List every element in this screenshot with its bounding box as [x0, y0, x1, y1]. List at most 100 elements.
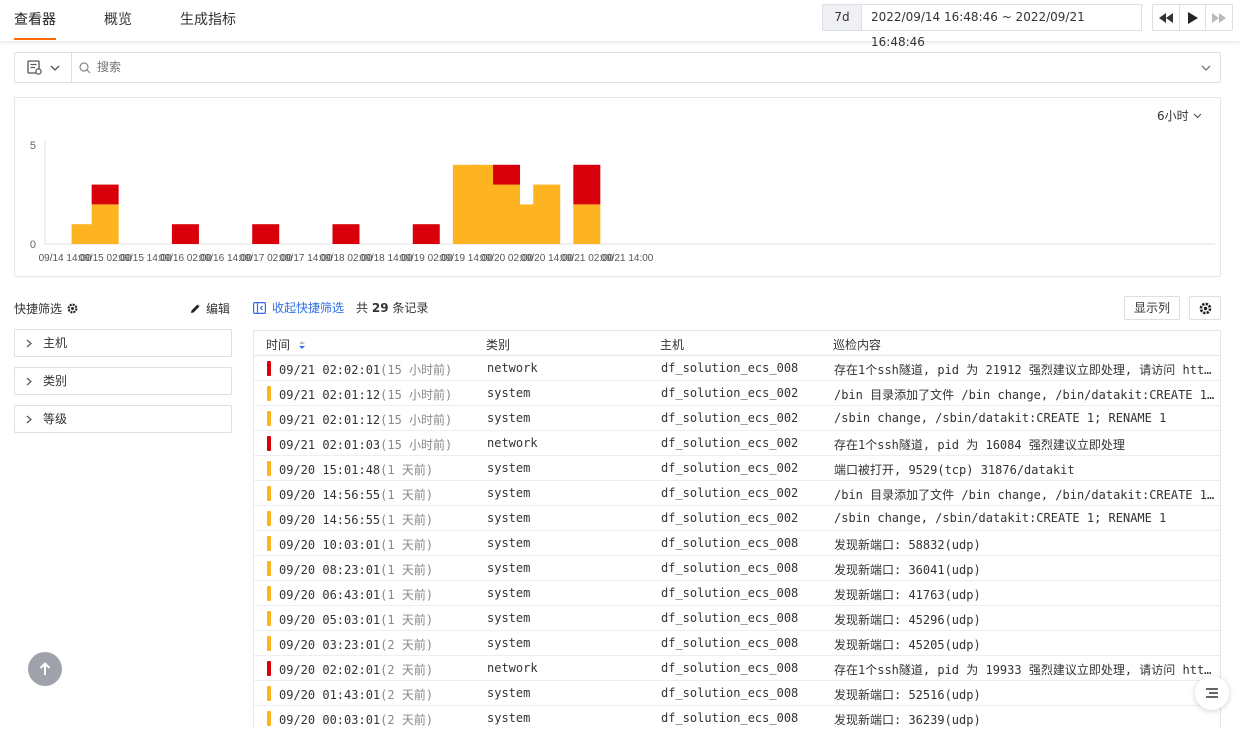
- table-row[interactable]: 09/21 02:01:12(15 小时前) system df_solution_…: [254, 406, 1220, 431]
- y-tick-label: 0: [30, 239, 36, 251]
- table-row[interactable]: 09/20 06:43:01(1 天前) system df_solution_ec…: [254, 581, 1220, 606]
- arrow-up-icon: [39, 662, 51, 675]
- time-value: 09/20 14:56:55: [279, 488, 381, 502]
- cell-time: 09/20 14:56:55(1 天前): [279, 486, 433, 503]
- cell-time: 09/20 05:03:01(1 天前): [279, 611, 433, 628]
- table-row[interactable]: 09/20 10:03:01(1 天前) system df_solution_ec…: [254, 531, 1220, 556]
- table-row[interactable]: 09/20 02:02:01(2 天前) network df_solution_e…: [254, 656, 1220, 681]
- level-indicator: [267, 361, 271, 376]
- rewind-icon: [1158, 12, 1173, 23]
- gear-icon[interactable]: [67, 303, 78, 314]
- filter-group-category[interactable]: 类别: [14, 367, 232, 395]
- cell-host: df_solution_ecs_002: [661, 461, 799, 475]
- time-ago: (2 天前): [380, 663, 434, 677]
- search-input[interactable]: [97, 60, 1177, 74]
- column-header-category[interactable]: 类别: [486, 336, 510, 353]
- column-header-time[interactable]: 时间: [266, 336, 306, 353]
- column-header-label: 时间: [266, 338, 291, 352]
- menu-list-icon: [1206, 688, 1218, 698]
- time-ago: (2 天前): [380, 688, 434, 702]
- time-ago: (15 小时前): [380, 438, 453, 452]
- scroll-to-top-button[interactable]: [28, 652, 62, 686]
- cell-content: 发现新端口: 36041(udp): [834, 563, 981, 577]
- fast-forward-icon: [1212, 12, 1227, 23]
- cell-content: /sbin change, /sbin/datakit:CREATE 1; RE…: [834, 411, 1167, 425]
- tab-overview[interactable]: 概览: [104, 9, 132, 29]
- time-value: 09/20 10:03:01: [279, 538, 381, 552]
- bar-critical: [252, 224, 280, 244]
- level-indicator: [267, 461, 271, 476]
- cell-category: system: [487, 686, 531, 700]
- table-row[interactable]: 09/20 14:56:55(1 天前) system df_solution_ec…: [254, 506, 1220, 531]
- bar-critical: [91, 184, 119, 205]
- collapse-quick-filter-link[interactable]: 收起快捷筛选: [253, 299, 344, 316]
- table-row[interactable]: 09/20 05:03:01(1 天前) system df_solution_ec…: [254, 606, 1220, 631]
- filter-group-host[interactable]: 主机: [14, 329, 232, 357]
- sort-icon[interactable]: [298, 340, 306, 350]
- time-range-badge[interactable]: 7d: [822, 4, 862, 31]
- cell-time: 09/20 15:01:48(1 天前): [279, 461, 433, 478]
- time-ago: (2 天前): [380, 713, 434, 727]
- bar-critical: [332, 224, 360, 244]
- bar-warning: [91, 204, 119, 244]
- play-button[interactable]: [1180, 5, 1207, 30]
- table-row[interactable]: 09/20 03:23:01(2 天前) system df_solution_ec…: [254, 631, 1220, 656]
- bar-critical: [573, 164, 601, 205]
- table-row[interactable]: 09/21 02:01:03(15 小时前) network df_solution…: [254, 431, 1220, 456]
- edit-filter-button[interactable]: 编辑: [190, 300, 230, 317]
- column-header-host[interactable]: 主机: [660, 336, 684, 353]
- time-ago: (15 小时前): [380, 388, 453, 402]
- column-header-content[interactable]: 巡检内容: [833, 336, 881, 353]
- table-settings-button[interactable]: [1189, 296, 1221, 320]
- bar-critical: [412, 224, 440, 244]
- table-header-row: 时间 类别 主机 巡检内容: [254, 331, 1220, 356]
- table-row[interactable]: 09/20 00:03:01(2 天前) system df_solution_ec…: [254, 706, 1220, 729]
- cell-time: 09/20 03:23:01(2 天前): [279, 636, 433, 653]
- time-value: 09/20 06:43:01: [279, 588, 381, 602]
- quick-filter-title: 快捷筛选: [14, 300, 78, 317]
- tab-generate-metrics[interactable]: 生成指标: [180, 9, 236, 29]
- table-row[interactable]: 09/20 15:01:48(1 天前) system df_solution_ec…: [254, 456, 1220, 481]
- cell-category: system: [487, 511, 531, 525]
- cell-host: df_solution_ecs_002: [661, 486, 799, 500]
- filter-group-label: 主机: [43, 336, 68, 350]
- level-indicator: [267, 411, 271, 426]
- chevron-down-icon[interactable]: [1201, 65, 1211, 71]
- filter-group-level[interactable]: 等级: [14, 405, 232, 433]
- cell-category: system: [487, 711, 531, 725]
- time-ago: (1 天前): [380, 513, 434, 527]
- cell-category: system: [487, 561, 531, 575]
- interval-value: 6小时: [1157, 109, 1189, 123]
- time-range-picker[interactable]: 2022/09/14 16:48:46 ~ 2022/09/21 16:48:4…: [861, 4, 1142, 49]
- table-row[interactable]: 09/20 01:43:01(2 天前) system df_solution_ec…: [254, 681, 1220, 706]
- list-menu-button[interactable]: [1195, 676, 1229, 710]
- cell-category: system: [487, 611, 531, 625]
- rewind-button[interactable]: [1153, 5, 1180, 30]
- cell-category: network: [487, 661, 538, 675]
- tab-viewer[interactable]: 查看器: [14, 9, 56, 29]
- search-bar: [14, 52, 1221, 83]
- table-row[interactable]: 09/21 02:02:01(15 小时前) network df_solution…: [254, 356, 1220, 381]
- count-value: 29: [371, 301, 389, 315]
- time-value: 09/20 01:43:01: [279, 688, 381, 702]
- filter-group-label: 类别: [43, 374, 68, 388]
- table-row[interactable]: 09/21 02:01:12(15 小时前) system df_solution_…: [254, 381, 1220, 406]
- play-icon: [1187, 11, 1198, 24]
- cell-category: network: [487, 436, 538, 450]
- fast-forward-button[interactable]: [1206, 5, 1232, 30]
- interval-select[interactable]: 6小时: [1157, 107, 1202, 124]
- level-indicator: [267, 636, 271, 651]
- show-columns-button[interactable]: 显示列: [1124, 296, 1180, 320]
- cell-category: system: [487, 586, 531, 600]
- x-tick-label: 09/21 14:00: [601, 253, 654, 264]
- table-row[interactable]: 09/20 14:56:55(1 天前) system df_solution_ec…: [254, 481, 1220, 506]
- cell-host: df_solution_ecs_008: [661, 636, 799, 650]
- level-indicator: [267, 686, 271, 701]
- query-mode-dropdown[interactable]: [15, 53, 72, 82]
- cell-host: df_solution_ecs_008: [661, 536, 799, 550]
- histogram-chart[interactable]: 5009/14 14:0009/15 02:0009/15 14:0009/16…: [15, 98, 1220, 276]
- table-row[interactable]: 09/20 08:23:01(1 天前) system df_solution_ec…: [254, 556, 1220, 581]
- collapse-label: 收起快捷筛选: [272, 301, 345, 315]
- cell-host: df_solution_ecs_008: [661, 686, 799, 700]
- cell-content: /bin 目录添加了文件 /bin change, /bin/datakit:C…: [834, 388, 1216, 402]
